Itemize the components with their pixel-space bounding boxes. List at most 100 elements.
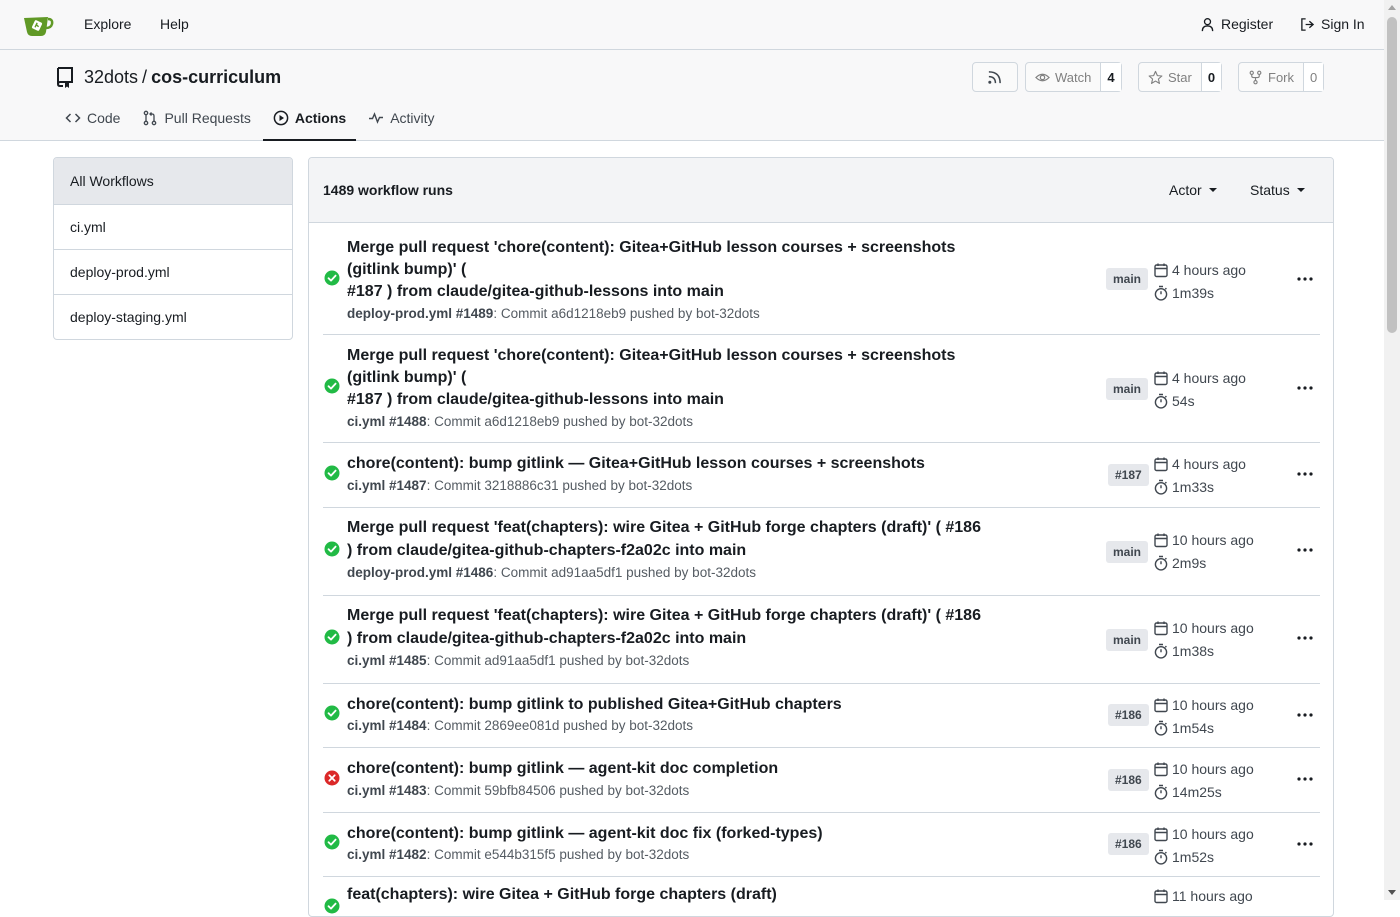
sign-in-link[interactable]: Sign In [1300,16,1365,32]
run-title[interactable]: chore(content): bump gitlink — agent-kit… [347,823,997,845]
repo-tabs: Code Pull Requests Actions Activity [55,104,447,141]
run-branch-badge[interactable]: main [1106,541,1149,563]
run-actions-menu[interactable] [1295,378,1315,398]
run-branch-badge[interactable]: #186 [1108,769,1149,791]
fork-button[interactable]: Fork [1239,63,1303,91]
repo-owner-link[interactable]: 32dots [84,67,138,88]
run-actions-menu[interactable] [1295,769,1315,789]
sidebar-item-all-workflows[interactable]: All Workflows [54,158,292,204]
run-title[interactable]: Merge pull request 'feat(chapters): wire… [347,517,997,539]
repo-name-link[interactable]: cos-curriculum [151,67,281,88]
sidebar-item-ci[interactable]: ci.yml [54,204,292,249]
run-row[interactable]: chore(content): bump gitlink — Gitea+Git… [323,443,1320,508]
run-title[interactable]: feat(chapters): wire Gitea + GitHub forg… [347,884,997,906]
tab-actions-label: Actions [294,110,347,126]
tab-activity-label: Activity [390,110,435,126]
run-row[interactable]: chore(content): bump gitlink — agent-kit… [323,748,1320,813]
run-actions-menu[interactable] [1295,705,1315,725]
run-row[interactable]: feat(chapters): wire Gitea + GitHub forg… [323,877,1320,916]
run-commit-detail: : Commit ad91aa5df1 pushed by bot-32dots [493,565,756,580]
run-commit-detail: : Commit 2869ee081d pushed by bot-32dots [426,718,694,733]
run-workflow-link[interactable]: ci.yml #1485 [347,653,427,668]
sidebar-item-deploy-prod[interactable]: deploy-prod.yml [54,249,292,294]
run-actions-menu[interactable] [1295,834,1315,854]
run-actions-menu[interactable] [1295,540,1315,560]
run-branch-badge[interactable]: #187 [1108,464,1149,486]
run-time: 4 hours ago [1172,369,1246,386]
run-time: 10 hours ago [1172,760,1254,777]
star-button[interactable]: Star [1139,63,1201,91]
run-branch-badge[interactable]: main [1106,378,1149,400]
watch-count[interactable]: 4 [1100,63,1121,91]
kebab-horizontal-icon [1297,777,1313,781]
run-row[interactable]: Merge pull request 'chore(content): Gite… [323,335,1320,443]
nav-help[interactable]: Help [160,16,189,32]
calendar-icon [1154,889,1168,903]
run-row[interactable]: chore(content): bump gitlink to publishe… [323,684,1320,748]
scroll-up-arrow-icon[interactable] [1388,5,1396,10]
run-duration: 54s [1172,392,1195,409]
check-circle-icon [324,834,340,850]
run-commit-detail: : Commit 59bfb84506 pushed by bot-32dots [426,783,690,798]
run-workflow-link[interactable]: deploy-prod.yml #1486 [347,565,493,580]
run-title-continued[interactable]: ) from claude/gitea-github-chapters-f2a0… [347,628,997,650]
run-branch-badge[interactable]: #186 [1108,704,1149,726]
stopwatch-icon [1154,555,1168,571]
fork-label: Fork [1268,69,1294,85]
register-link[interactable]: Register [1200,16,1273,32]
run-workflow-link[interactable]: ci.yml #1483 [347,783,427,798]
actor-filter[interactable]: Actor [1169,182,1217,198]
run-workflow-link[interactable]: ci.yml #1488 [347,414,427,429]
run-title[interactable]: chore(content): bump gitlink — Gitea+Git… [347,453,997,475]
run-row[interactable]: Merge pull request 'chore(content): Gite… [323,223,1320,335]
run-branch-badge[interactable]: main [1106,629,1149,651]
run-row[interactable]: Merge pull request 'feat(chapters): wire… [323,596,1320,684]
run-title[interactable]: Merge pull request 'feat(chapters): wire… [347,605,997,627]
calendar-icon [1154,827,1168,841]
tab-actions[interactable]: Actions [262,104,357,141]
run-workflow-link[interactable]: ci.yml #1487 [347,478,427,493]
calendar-icon [1154,371,1168,385]
check-circle-icon [324,465,340,481]
run-title[interactable]: Merge pull request 'chore(content): Gite… [347,345,997,389]
run-subtitle: deploy-prod.yml #1486: Commit ad91aa5df1… [347,565,756,580]
nav-explore[interactable]: Explore [84,16,131,32]
run-title[interactable]: chore(content): bump gitlink — agent-kit… [347,758,997,780]
run-time: 10 hours ago [1172,531,1254,548]
run-time: 4 hours ago [1172,261,1246,278]
gitea-logo-icon[interactable] [22,12,54,38]
run-actions-menu[interactable] [1295,464,1315,484]
star-count[interactable]: 0 [1200,63,1222,91]
rss-button[interactable] [972,62,1018,92]
run-subtitle: ci.yml #1485: Commit ad91aa5df1 pushed b… [347,653,689,668]
run-branch-badge[interactable]: #186 [1108,833,1149,855]
caret-down-icon [1208,188,1217,192]
run-meta: 4 hours ago 54s [1153,366,1246,412]
run-actions-menu[interactable] [1295,269,1315,289]
sidebar-item-deploy-staging[interactable]: deploy-staging.yml [54,294,292,339]
watch-button[interactable]: Watch [1026,63,1100,91]
run-row[interactable]: chore(content): bump gitlink — agent-kit… [323,813,1320,877]
top-navbar: Explore Help Register Sign In [0,0,1384,50]
run-title-continued[interactable]: ) from claude/gitea-github-chapters-f2a0… [347,540,997,562]
run-title-continued[interactable]: #187 ) from claude/gitea-github-lessons … [347,281,997,303]
run-title-continued[interactable]: #187 ) from claude/gitea-github-lessons … [347,389,997,411]
run-workflow-link[interactable]: ci.yml #1482 [347,847,427,862]
tab-code[interactable]: Code [55,104,130,141]
run-duration: 1m39s [1172,284,1215,301]
tab-pull-requests[interactable]: Pull Requests [132,104,260,141]
page-scrollbar[interactable] [1384,0,1400,900]
fork-count[interactable]: 0 [1303,63,1324,91]
status-filter[interactable]: Status [1250,182,1305,198]
scroll-down-arrow-icon[interactable] [1388,890,1396,895]
run-actions-menu[interactable] [1295,628,1315,648]
run-workflow-link[interactable]: deploy-prod.yml #1489 [347,306,493,321]
run-branch-badge[interactable]: main [1106,268,1149,290]
run-title[interactable]: chore(content): bump gitlink to publishe… [347,694,997,716]
run-title[interactable]: Merge pull request 'chore(content): Gite… [347,237,997,281]
tab-activity[interactable]: Activity [358,104,444,141]
scroll-thumb[interactable] [1387,17,1397,333]
run-row[interactable]: Merge pull request 'feat(chapters): wire… [323,508,1320,596]
run-workflow-link[interactable]: ci.yml #1484 [347,718,427,733]
x-circle-icon [324,770,340,786]
